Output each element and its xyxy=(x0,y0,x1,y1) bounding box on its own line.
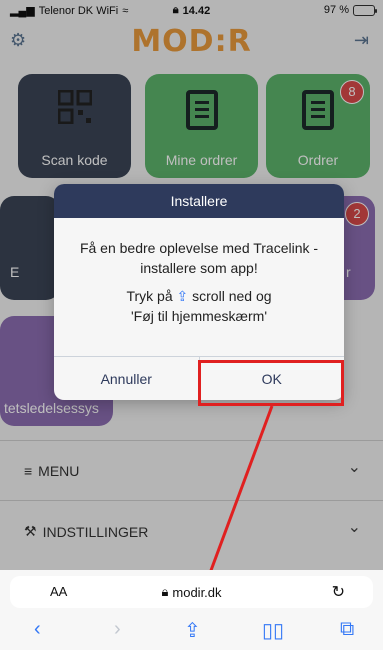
lock-icon: 🔒︎ xyxy=(161,584,169,599)
annotation-arrow xyxy=(198,405,274,601)
browser-toolbar: ‹ › ⇪ ▯▯ ⧉ xyxy=(0,614,383,650)
browser-address-bar: AA 🔒︎ modir.dk ↻ xyxy=(0,570,383,614)
reload-icon[interactable]: ↻ xyxy=(332,582,345,602)
domain-text: modir.dk xyxy=(172,584,222,600)
bookmarks-icon[interactable]: ▯▯ xyxy=(262,618,284,643)
text-size-button[interactable]: AA xyxy=(50,584,67,599)
screen: ▂▄▆ Telenor DK WiFi ≈ 🔒︎ 14.42 97 % ⚙ MO… xyxy=(0,0,383,650)
forward-icon[interactable]: › xyxy=(114,618,121,641)
url-field[interactable]: AA 🔒︎ modir.dk ↻ xyxy=(10,576,373,608)
tabs-icon[interactable]: ⧉ xyxy=(340,618,354,641)
back-icon[interactable]: ‹ xyxy=(34,618,41,641)
share-icon[interactable]: ⇪ xyxy=(184,618,201,643)
